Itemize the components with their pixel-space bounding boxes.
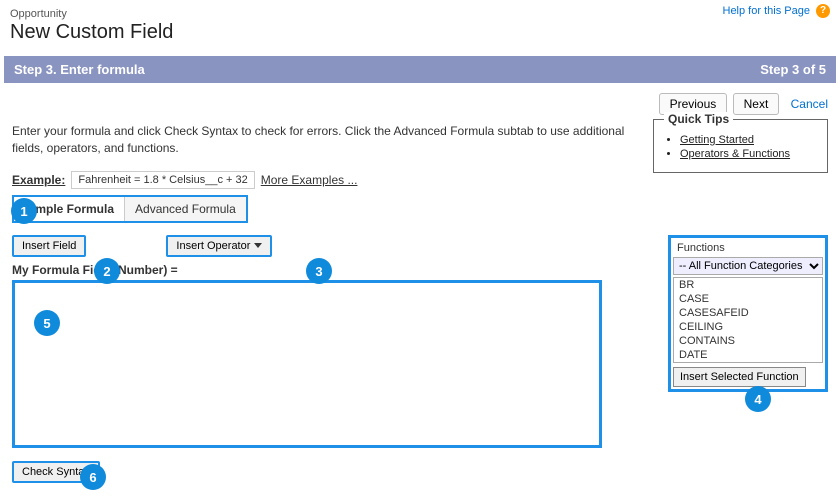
insert-field-button[interactable]: Insert Field bbox=[12, 235, 86, 257]
function-category-select[interactable]: -- All Function Categories -- bbox=[673, 257, 823, 275]
example-formula: Fahrenheit = 1.8 * Celsius__c + 32 bbox=[71, 171, 254, 189]
step-bar: Step 3. Enter formula Step 3 of 5 bbox=[4, 56, 836, 83]
function-item[interactable]: CONTAINS bbox=[674, 334, 822, 348]
function-item[interactable]: CASESAFEID bbox=[674, 306, 822, 320]
more-examples-link[interactable]: More Examples ... bbox=[261, 173, 358, 187]
functions-title: Functions bbox=[673, 240, 823, 257]
quick-tip-link-getting-started[interactable]: Getting Started bbox=[680, 134, 817, 146]
step-counter: Step 3 of 5 bbox=[760, 62, 826, 77]
formula-tabs: Simple Formula Advanced Formula bbox=[12, 195, 248, 223]
quick-tips-panel: Quick Tips Getting Started Operators & F… bbox=[653, 119, 828, 173]
instructions-text: Enter your formula and click Check Synta… bbox=[12, 123, 652, 157]
chevron-down-icon bbox=[254, 243, 262, 248]
breadcrumb: Opportunity bbox=[10, 8, 830, 20]
help-link[interactable]: Help for this Page ? bbox=[723, 4, 831, 18]
step-title: Step 3. Enter formula bbox=[14, 62, 145, 77]
tab-advanced-formula[interactable]: Advanced Formula bbox=[125, 197, 246, 221]
page-title: New Custom Field bbox=[10, 21, 830, 44]
example-label: Example: bbox=[12, 173, 65, 187]
function-item[interactable]: BR bbox=[674, 278, 822, 292]
function-item[interactable]: CEILING bbox=[674, 320, 822, 334]
insert-selected-function-button[interactable]: Insert Selected Function bbox=[673, 367, 806, 387]
quick-tip-link-operators[interactable]: Operators & Functions bbox=[680, 148, 817, 160]
function-item[interactable]: CASE bbox=[674, 292, 822, 306]
formula-field-label: My Formula Field (Number) = bbox=[12, 263, 658, 277]
help-icon[interactable]: ? bbox=[816, 4, 830, 18]
insert-operator-label: Insert Operator bbox=[176, 240, 250, 252]
example-row: Example: Fahrenheit = 1.8 * Celsius__c +… bbox=[12, 171, 828, 189]
function-item[interactable]: DATE bbox=[674, 348, 822, 362]
formula-textarea[interactable] bbox=[12, 280, 602, 448]
next-button[interactable]: Next bbox=[733, 93, 780, 115]
functions-panel: Functions -- All Function Categories -- … bbox=[668, 235, 828, 392]
help-link-text[interactable]: Help for this Page bbox=[723, 5, 810, 17]
tab-simple-formula[interactable]: Simple Formula bbox=[14, 197, 125, 221]
quick-tips-title: Quick Tips bbox=[664, 112, 733, 126]
functions-list[interactable]: BR CASE CASESAFEID CEILING CONTAINS DATE bbox=[673, 277, 823, 363]
cancel-link[interactable]: Cancel bbox=[791, 97, 828, 111]
insert-operator-button[interactable]: Insert Operator bbox=[166, 235, 272, 257]
check-syntax-button[interactable]: Check Syntax bbox=[12, 461, 100, 483]
